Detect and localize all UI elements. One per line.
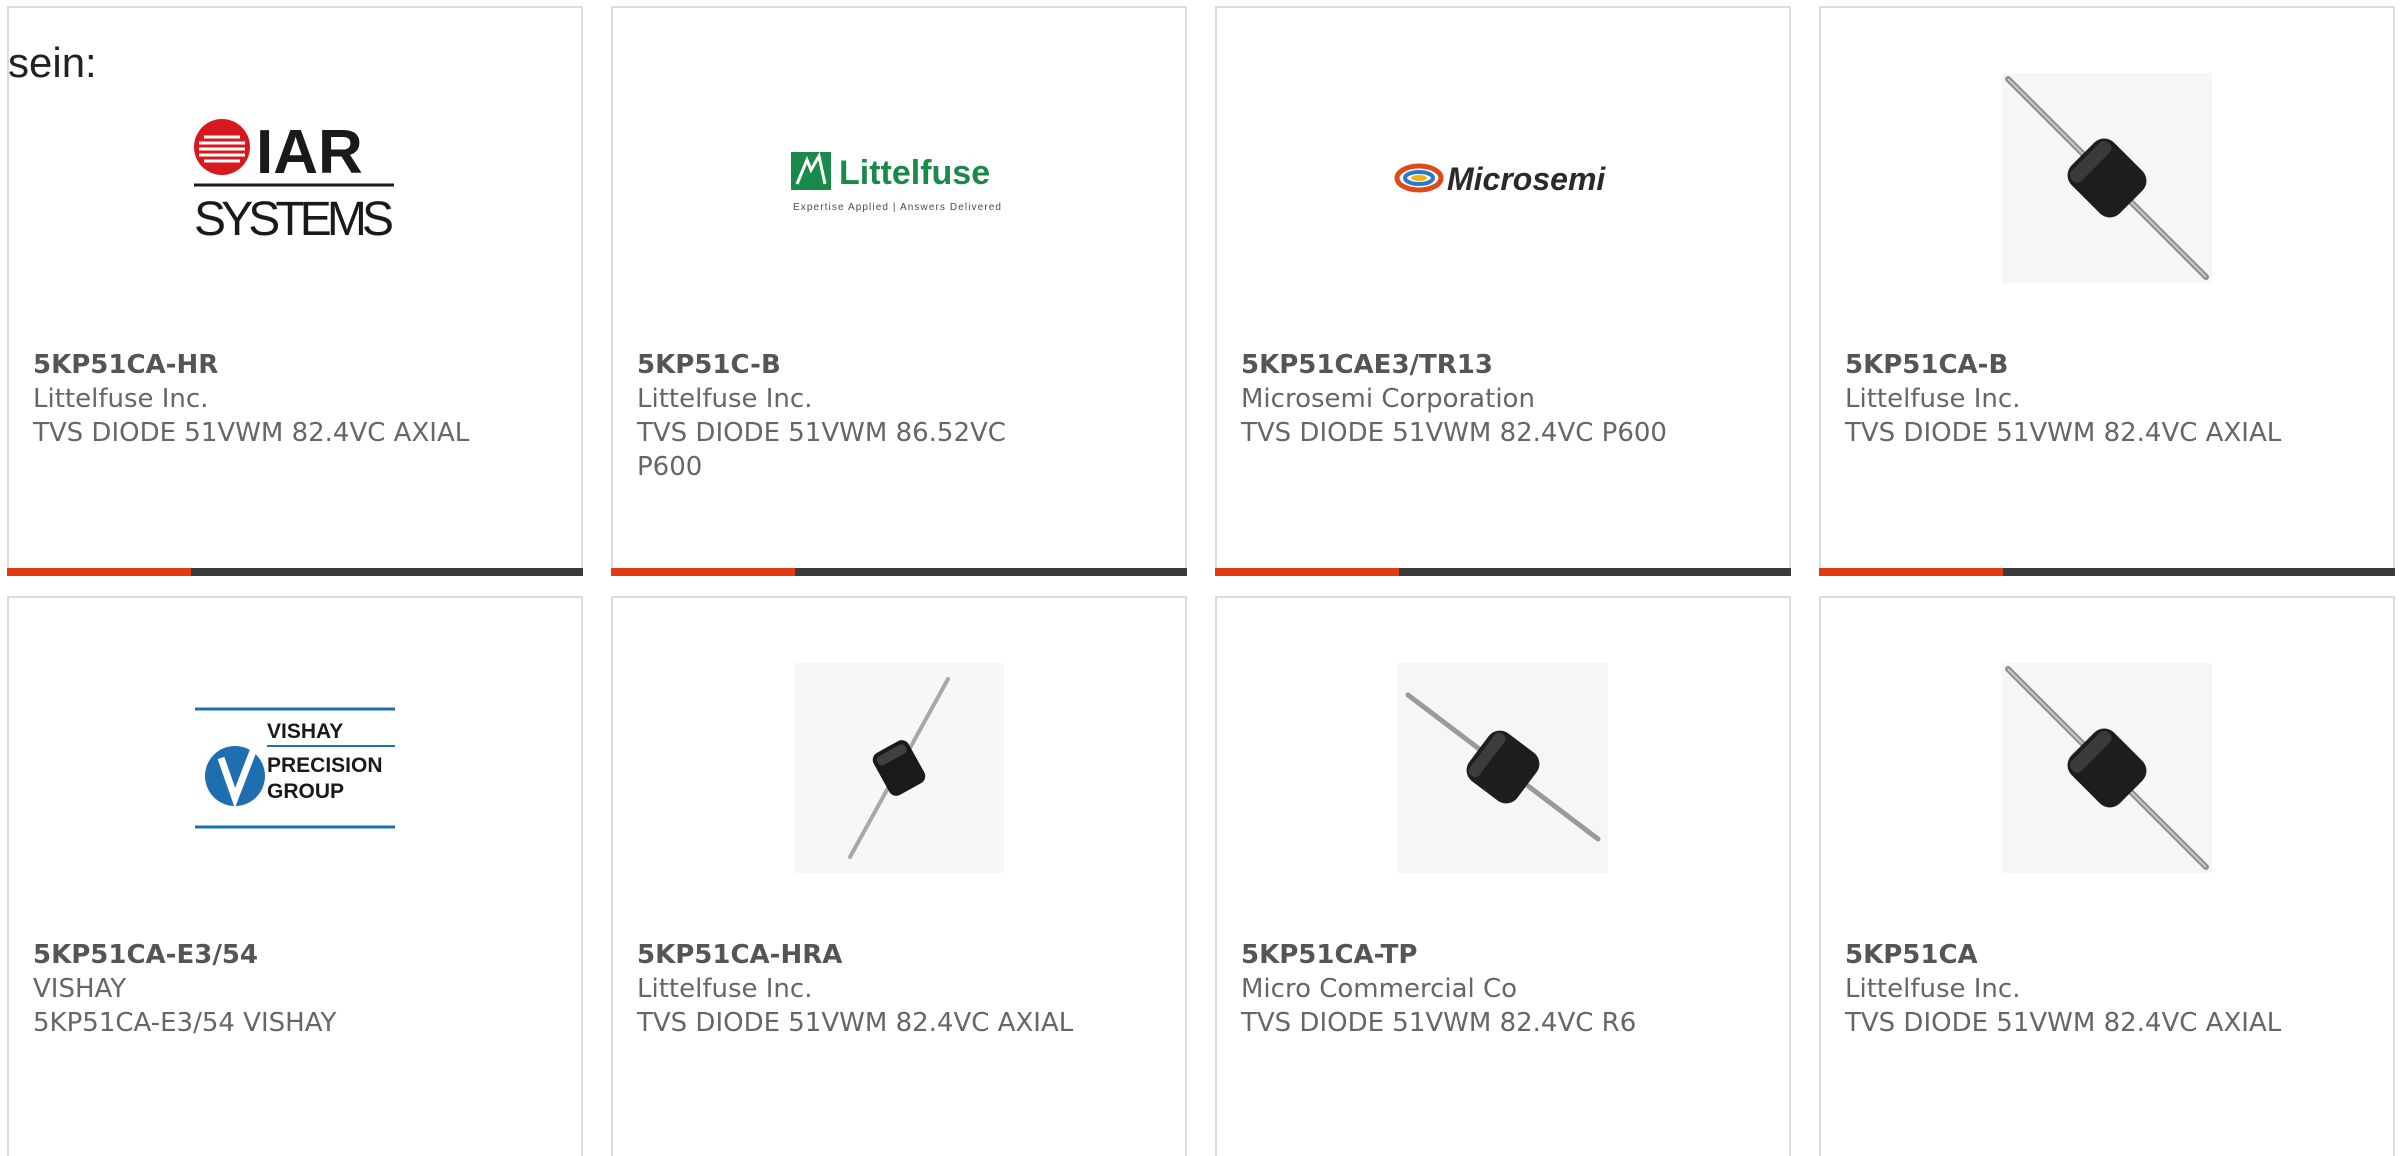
- littelfuse-logo: Littelfuse Expertise Applied | Answers D…: [791, 151, 1001, 213]
- part-number[interactable]: 5KP51CA-E3/54: [33, 938, 541, 972]
- part-number[interactable]: 5KP51CA-B: [1845, 348, 2353, 382]
- axial-diode-photo: [2002, 73, 2212, 283]
- axial-diode-photo: [1398, 663, 1608, 873]
- bar-rest: [2003, 568, 2395, 576]
- product-info: 5KP51CA Littelfuse Inc. TVS DIODE 51VWM …: [1845, 938, 2353, 1040]
- product-card[interactable]: Littelfuse Expertise Applied | Answers D…: [611, 6, 1187, 576]
- svg-text:Expertise Applied | Answers De: Expertise Applied | Answers Delivered: [793, 202, 1001, 213]
- axial-diode-photo: [2002, 663, 2212, 873]
- axial-diode-photo: [794, 663, 1004, 873]
- product-card[interactable]: VISHAY PRECISION GROUP 5KP51CA-E3/54 VIS…: [7, 596, 583, 1156]
- iar-systems-logo: IAR SYSTEMS: [194, 118, 394, 243]
- intro-text: sein:: [8, 39, 97, 86]
- product-card[interactable]: IAR SYSTEMS 5KP51CA-HR Littelfuse Inc. T…: [7, 6, 583, 576]
- manufacturer: Littelfuse Inc.: [1845, 384, 2021, 414]
- product-results-page: sein: IAR SYSTEMS 5KP51CA-HR Littelfuse …: [0, 0, 2400, 1156]
- bar-rest: [795, 568, 1187, 576]
- product-image[interactable]: [1217, 658, 1789, 878]
- product-info: 5KP51C-B Littelfuse Inc. TVS DIODE 51VWM…: [637, 348, 1145, 484]
- product-info: 5KP51CA-B Littelfuse Inc. TVS DIODE 51VW…: [1845, 348, 2353, 450]
- product-card[interactable]: 5KP51CA-B Littelfuse Inc. TVS DIODE 51VW…: [1819, 6, 2395, 576]
- description: TVS DIODE 51VWM 82.4VC R6: [1241, 1008, 1637, 1038]
- card-accent-bar: [611, 568, 1187, 576]
- manufacturer: Littelfuse Inc.: [637, 384, 813, 414]
- product-image[interactable]: [1821, 68, 2393, 288]
- product-image[interactable]: VISHAY PRECISION GROUP: [9, 658, 581, 878]
- part-number[interactable]: 5KP51CA-HRA: [637, 938, 1145, 972]
- product-card[interactable]: 5KP51CA-HRA Littelfuse Inc. TVS DIODE 51…: [611, 596, 1187, 1156]
- bar-rest: [191, 568, 583, 576]
- svg-text:Littelfuse: Littelfuse: [839, 154, 990, 192]
- product-image[interactable]: IAR SYSTEMS: [9, 68, 581, 288]
- product-info: 5KP51CA-E3/54 VISHAY 5KP51CA-E3/54 VISHA…: [33, 938, 541, 1040]
- bar-accent: [1819, 568, 2003, 576]
- card-accent-bar: [7, 568, 583, 576]
- product-info: 5KP51CA-TP Micro Commercial Co TVS DIODE…: [1241, 938, 1749, 1040]
- card-accent-bar: [1819, 568, 2395, 576]
- svg-text:GROUP: GROUP: [267, 780, 344, 803]
- product-card[interactable]: 5KP51CA Littelfuse Inc. TVS DIODE 51VWM …: [1819, 596, 2395, 1156]
- description: TVS DIODE 51VWM 82.4VC AXIAL: [1845, 1008, 2282, 1038]
- product-info: 5KP51CA-HRA Littelfuse Inc. TVS DIODE 51…: [637, 938, 1145, 1040]
- manufacturer: Littelfuse Inc.: [33, 384, 209, 414]
- svg-text:IAR: IAR: [256, 118, 363, 187]
- svg-text:PRECISION: PRECISION: [267, 754, 383, 777]
- microsemi-logo: Microsemi: [1394, 161, 1606, 197]
- description: 5KP51CA-E3/54 VISHAY: [33, 1008, 337, 1038]
- svg-text:VISHAY: VISHAY: [267, 720, 343, 743]
- product-info: 5KP51CAE3/TR13 Microsemi Corporation TVS…: [1241, 348, 1749, 450]
- vishay-precision-group-logo: VISHAY PRECISION GROUP: [195, 707, 395, 829]
- card-accent-bar: [1215, 568, 1791, 576]
- product-image[interactable]: [613, 658, 1185, 878]
- product-image[interactable]: Microsemi: [1217, 68, 1789, 288]
- description: TVS DIODE 51VWM 86.52VC P600: [637, 418, 1006, 482]
- description: TVS DIODE 51VWM 82.4VC AXIAL: [1845, 418, 2282, 448]
- product-image[interactable]: Littelfuse Expertise Applied | Answers D…: [613, 68, 1185, 288]
- part-number[interactable]: 5KP51CA-TP: [1241, 938, 1749, 972]
- manufacturer: Micro Commercial Co: [1241, 974, 1518, 1004]
- bar-rest: [1399, 568, 1791, 576]
- part-number[interactable]: 5KP51CA: [1845, 938, 2353, 972]
- product-info: 5KP51CA-HR Littelfuse Inc. TVS DIODE 51V…: [33, 348, 541, 450]
- part-number[interactable]: 5KP51C-B: [637, 348, 1145, 382]
- description: TVS DIODE 51VWM 82.4VC AXIAL: [637, 1008, 1074, 1038]
- bar-accent: [7, 568, 191, 576]
- description: TVS DIODE 51VWM 82.4VC AXIAL: [33, 418, 470, 448]
- manufacturer: Littelfuse Inc.: [637, 974, 813, 1004]
- product-card[interactable]: 5KP51CA-TP Micro Commercial Co TVS DIODE…: [1215, 596, 1791, 1156]
- svg-text:Microsemi: Microsemi: [1447, 161, 1606, 197]
- bar-accent: [1215, 568, 1399, 576]
- product-card[interactable]: Microsemi 5KP51CAE3/TR13 Microsemi Corpo…: [1215, 6, 1791, 576]
- manufacturer: VISHAY: [33, 974, 127, 1004]
- part-number[interactable]: 5KP51CAE3/TR13: [1241, 348, 1749, 382]
- bar-accent: [611, 568, 795, 576]
- manufacturer: Microsemi Corporation: [1241, 384, 1535, 414]
- part-number[interactable]: 5KP51CA-HR: [33, 348, 541, 382]
- manufacturer: Littelfuse Inc.: [1845, 974, 2021, 1004]
- svg-text:SYSTEMS: SYSTEMS: [194, 193, 394, 243]
- description: TVS DIODE 51VWM 82.4VC P600: [1241, 418, 1667, 448]
- product-image[interactable]: [1821, 658, 2393, 878]
